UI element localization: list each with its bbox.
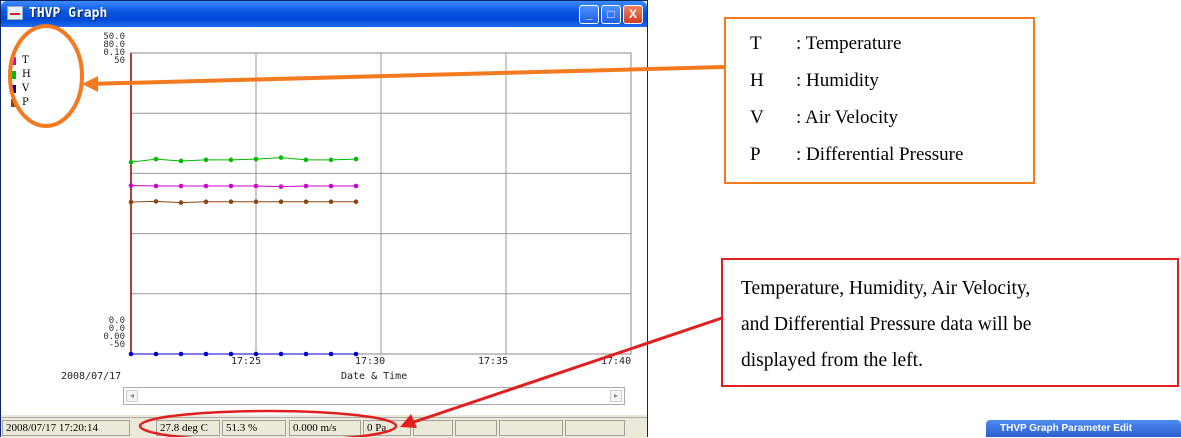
scroll-right-icon[interactable]: ▸ [610, 390, 622, 402]
graph-panel: 50.0 80.0 0.10 50 0.0 0.0 0.00 -50 T H V… [1, 27, 647, 415]
point-h-3 [203, 157, 209, 163]
point-h-8 [328, 157, 334, 163]
status-bar: 2008/07/17 17:20:14 27.8 deg C 51.3 % 0.… [1, 417, 647, 438]
status-temperature: 27.8 deg C [156, 420, 220, 436]
point-v-3 [203, 351, 209, 357]
point-p-9 [353, 199, 359, 204]
point-v-6 [278, 351, 284, 357]
point-v-7 [303, 351, 309, 357]
status-humidity: 51.3 % [222, 420, 286, 436]
legend-row-p: P: Differential Pressure [750, 144, 964, 165]
window-title: THVP Graph [29, 6, 108, 21]
point-t-9 [353, 183, 359, 189]
x-tick-1725: 17:25 [231, 356, 262, 367]
legend-row-h: H: Humidity [750, 70, 879, 91]
minimize-button[interactable]: _ [579, 5, 599, 24]
point-p-0 [128, 199, 134, 205]
point-t-1 [153, 183, 159, 189]
point-v-2 [178, 351, 184, 357]
point-t-6 [278, 184, 284, 189]
date-label: 2008/07/17 [61, 371, 122, 382]
point-p-1 [153, 199, 159, 204]
status-empty-1 [413, 420, 453, 436]
maximize-button[interactable]: □ [601, 5, 621, 24]
point-t-3 [203, 183, 209, 189]
title-bar[interactable]: THVP Graph _ □ X [1, 1, 647, 27]
note-line-3: displayed from the left. [741, 350, 923, 371]
line-chart [128, 52, 632, 357]
x-axis-label: Date & Time [341, 371, 408, 382]
legend-explanation-box: T: Temperature H: Humidity V: Air Veloci… [724, 17, 1035, 184]
point-t-5 [253, 183, 259, 189]
horizontal-scrollbar[interactable]: ◂ ▸ [123, 387, 625, 405]
status-empty-2 [455, 420, 497, 436]
x-tick-1730: 17:30 [355, 356, 386, 367]
series-line-t [130, 184, 356, 188]
status-velocity: 0.000 m/s [289, 420, 361, 436]
point-t-2 [178, 183, 184, 189]
taskbar-button[interactable]: THVP Graph Parameter Edit [986, 420, 1181, 437]
point-h-0 [128, 159, 134, 165]
legend-row-t: T: Temperature [750, 33, 902, 54]
status-explanation-box: Temperature, Humidity, Air Velocity, and… [721, 258, 1179, 387]
x-tick-1740: 17:40 [601, 356, 632, 367]
point-t-0 [128, 183, 134, 188]
status-pressure: 0 Pa [363, 420, 411, 436]
close-button[interactable]: X [623, 5, 643, 24]
status-empty-4 [565, 420, 625, 436]
point-p-4 [228, 199, 234, 204]
status-datetime: 2008/07/17 17:20:14 [2, 420, 130, 436]
point-p-7 [303, 199, 309, 204]
scroll-left-icon[interactable]: ◂ [126, 390, 138, 402]
point-p-3 [203, 199, 209, 204]
point-p-2 [178, 200, 184, 205]
point-h-4 [228, 157, 234, 163]
point-h-5 [253, 156, 259, 162]
app-icon [7, 6, 23, 20]
note-line-1: Temperature, Humidity, Air Velocity, [741, 278, 1031, 299]
point-p-5 [253, 199, 259, 204]
point-t-4 [228, 183, 234, 189]
point-h-7 [303, 157, 309, 163]
point-h-2 [178, 158, 184, 164]
point-v-1 [153, 351, 159, 357]
x-tick-1735: 17:35 [478, 356, 509, 367]
point-h-1 [153, 156, 159, 162]
thvp-graph-window: THVP Graph _ □ X 50.0 80.0 0.10 50 0.0 0… [0, 0, 648, 438]
point-v-0 [128, 351, 134, 357]
point-p-6 [278, 199, 284, 204]
point-t-7 [303, 183, 309, 189]
note-line-2: and Differential Pressure data will be [741, 314, 1032, 335]
point-h-9 [353, 156, 359, 162]
point-t-8 [328, 183, 334, 189]
point-p-8 [328, 199, 334, 204]
legend-row-v: V: Air Velocity [750, 107, 899, 128]
point-h-6 [278, 155, 284, 160]
point-v-8 [328, 351, 334, 357]
status-empty-3 [499, 420, 563, 436]
